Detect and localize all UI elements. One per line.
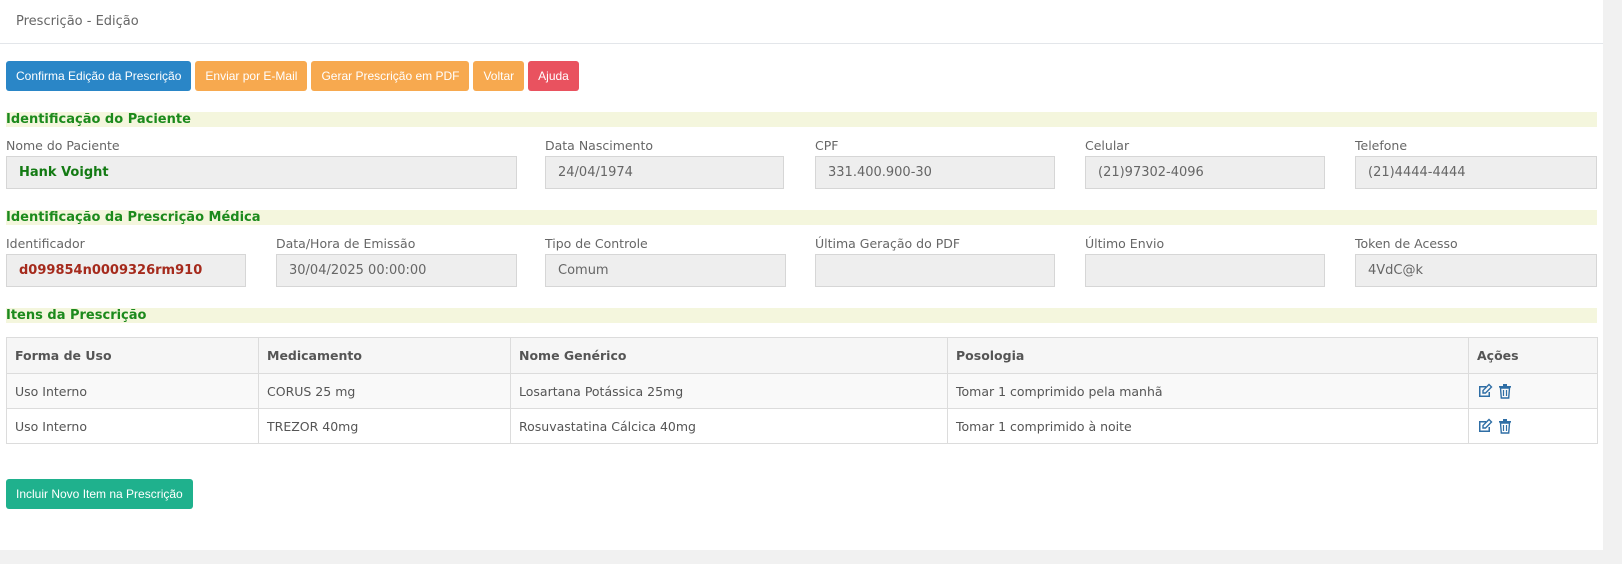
control-type-field: Tipo de Controle Comum (545, 235, 786, 287)
table-row: Uso Interno TREZOR 40mg Rosuvastatina Cá… (6, 408, 1598, 444)
confirm-edit-button[interactable]: Confirma Edição da Prescrição (6, 61, 192, 91)
cell-actions (1468, 408, 1598, 444)
cellphone-input[interactable]: (21)97302-4096 (1085, 156, 1325, 189)
last-pdf-label: Última Geração do PDF (815, 236, 961, 251)
cell-drug-link[interactable]: TREZOR 40mg (258, 408, 511, 444)
birth-date-input[interactable]: 24/04/1974 (545, 156, 784, 189)
table-header-row: Forma de Uso Medicamento Nome Genérico P… (6, 337, 1598, 374)
cpf-input[interactable]: 331.400.900-30 (815, 156, 1055, 189)
access-token-label: Token de Acesso (1355, 236, 1458, 251)
trash-icon[interactable] (1497, 418, 1513, 434)
access-token-field: Token de Acesso 4VdC@k (1355, 235, 1597, 287)
page-title: Prescrição - Edição (0, 0, 1603, 44)
column-header-dosage: Posologia (947, 337, 1469, 374)
edit-icon[interactable] (1477, 418, 1493, 434)
cpf-field: CPF 331.400.900-30 (815, 137, 1055, 189)
column-header-use: Forma de Uso (6, 337, 259, 374)
patient-section-title: Identificação do Paciente (6, 112, 1597, 127)
prescription-panel: Prescrição - Edição Confirma Edição da P… (0, 0, 1603, 550)
issue-date-field: Data/Hora de Emissão 30/04/2025 00:00:00 (276, 235, 517, 287)
trash-icon[interactable] (1497, 383, 1513, 399)
cellphone-label: Celular (1085, 138, 1130, 153)
cell-dosage: Tomar 1 comprimido pela manhã (947, 373, 1469, 409)
identifier-input[interactable]: d099854n0009326rm910 (6, 254, 246, 287)
cellphone-field: Celular (21)97302-4096 (1085, 137, 1325, 189)
column-header-drug: Medicamento (258, 337, 511, 374)
last-sent-input[interactable] (1085, 254, 1325, 287)
prescription-section-title: Identificação da Prescrição Médica (6, 210, 1597, 225)
telephone-field: Telefone (21)4444-4444 (1355, 137, 1597, 189)
control-type-input[interactable]: Comum (545, 254, 786, 287)
items-table: Forma de Uso Medicamento Nome Genérico P… (6, 337, 1598, 444)
control-type-label: Tipo de Controle (545, 236, 648, 251)
identifier-field: Identificador d099854n0009326rm910 (6, 235, 246, 287)
last-pdf-input[interactable] (815, 254, 1055, 287)
patient-name-field: Nome do Paciente Hank Voight (6, 137, 517, 189)
help-button[interactable]: Ajuda (528, 61, 579, 91)
last-sent-field: Último Envio (1085, 235, 1325, 287)
issue-date-label: Data/Hora de Emissão (276, 236, 416, 251)
telephone-label: Telefone (1355, 138, 1408, 153)
items-section-title: Itens da Prescrição (6, 308, 1597, 323)
cpf-label: CPF (815, 138, 839, 153)
table-row: Uso Interno CORUS 25 mg Losartana Potáss… (6, 373, 1598, 409)
last-sent-label: Último Envio (1085, 236, 1165, 251)
toolbar: Confirma Edição da Prescrição Enviar por… (6, 61, 579, 91)
cell-generic: Losartana Potássica 25mg (510, 373, 948, 409)
cell-dosage: Tomar 1 comprimido à noite (947, 408, 1469, 444)
generate-pdf-button[interactable]: Gerar Prescrição em PDF (311, 61, 470, 91)
cell-actions (1468, 373, 1598, 409)
telephone-input[interactable]: (21)4444-4444 (1355, 156, 1597, 189)
column-header-generic: Nome Genérico (510, 337, 948, 374)
send-email-button[interactable]: Enviar por E-Mail (195, 61, 308, 91)
add-item-button[interactable]: Incluir Novo Item na Prescrição (6, 479, 193, 509)
column-header-actions: Ações (1468, 337, 1598, 374)
back-button[interactable]: Voltar (473, 61, 525, 91)
cell-drug-link[interactable]: CORUS 25 mg (258, 373, 511, 409)
issue-date-input[interactable]: 30/04/2025 00:00:00 (276, 254, 517, 287)
cell-use: Uso Interno (6, 373, 259, 409)
patient-name-label: Nome do Paciente (6, 138, 120, 153)
identifier-label: Identificador (6, 236, 85, 251)
birth-date-label: Data Nascimento (545, 138, 654, 153)
edit-icon[interactable] (1477, 383, 1493, 399)
birth-date-field: Data Nascimento 24/04/1974 (545, 137, 784, 189)
patient-name-input[interactable]: Hank Voight (6, 156, 517, 189)
last-pdf-field: Última Geração do PDF (815, 235, 1055, 287)
cell-generic: Rosuvastatina Cálcica 40mg (510, 408, 948, 444)
cell-use: Uso Interno (6, 408, 259, 444)
access-token-input[interactable]: 4VdC@k (1355, 254, 1597, 287)
